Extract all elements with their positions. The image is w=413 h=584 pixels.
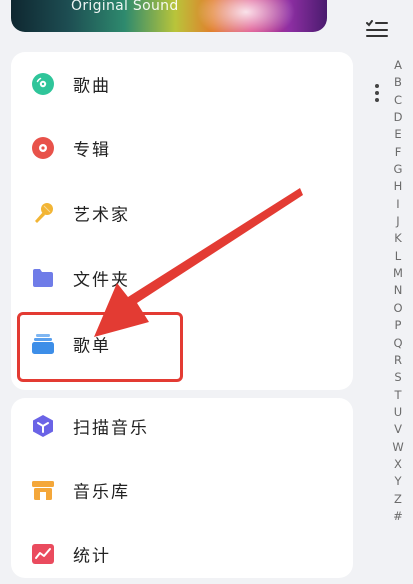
now-playing-banner[interactable]: Original Sound [11,0,327,32]
alphabet-letter[interactable]: V [394,421,402,438]
alphabet-letter[interactable]: G [394,161,403,178]
song-disc-icon [32,73,54,95]
alphabet-letter[interactable]: A [394,57,402,74]
alphabet-letter[interactable]: L [395,248,401,265]
alphabet-letter[interactable]: Y [394,473,401,490]
alphabet-letter[interactable]: M [393,265,403,282]
alphabet-letter[interactable]: U [394,404,402,421]
alphabet-letter[interactable]: X [394,456,402,473]
menu-item-albums[interactable]: 专辑 [11,118,353,178]
folder-icon [33,269,53,287]
menu-item-label: 歌曲 [73,76,111,97]
album-disc-icon [32,137,54,159]
alphabet-letter[interactable]: O [393,300,402,317]
menu-item-music-library[interactable]: 音乐库 [11,460,353,520]
menu-item-label: 统计 [73,546,111,567]
more-options-icon[interactable] [374,83,380,103]
menu-item-scan-music[interactable]: 扫描音乐 [11,396,353,456]
microphone-icon [35,203,53,223]
alphabet-letter[interactable]: H [394,178,403,195]
menu-item-label: 艺术家 [73,205,130,226]
alphabet-letter[interactable]: S [394,369,401,386]
alphabet-letter[interactable]: D [394,109,403,126]
menu-item-label: 专辑 [73,140,111,161]
alphabet-letter[interactable]: N [394,282,403,299]
menu-item-statistics[interactable]: 统计 [11,524,353,584]
alphabet-letter[interactable]: Q [393,335,402,352]
music-library-icon [32,481,54,500]
menu-item-songs[interactable]: 歌曲 [11,54,353,114]
alphabet-letter[interactable]: B [394,74,402,91]
banner-title: Original Sound [71,0,179,14]
alphabet-letter[interactable]: J [396,213,399,230]
menu-item-label: 音乐库 [73,482,130,503]
alphabet-letter[interactable]: F [395,144,402,161]
annotation-highlight-box [17,312,183,382]
alphabet-letter[interactable]: E [394,126,401,143]
alphabet-letter[interactable]: P [395,317,402,334]
list-view-icon[interactable] [366,20,388,38]
menu-item-artists[interactable]: 艺术家 [11,183,353,243]
menu-item-label: 扫描音乐 [73,418,149,439]
scan-cube-icon [33,415,53,437]
menu-item-label: 文件夹 [73,270,130,291]
stats-chart-icon [32,544,54,564]
alphabet-letter[interactable]: W [392,439,403,456]
menu-item-folders[interactable]: 文件夹 [11,248,353,308]
alphabet-letter[interactable]: T [394,387,401,404]
alphabet-index[interactable]: A B C D E F G H I J K L M N O P Q R S T … [388,57,408,525]
alphabet-letter[interactable]: C [394,92,402,109]
alphabet-letter[interactable]: I [396,196,399,213]
alphabet-letter[interactable]: # [393,508,403,525]
alphabet-letter[interactable]: R [394,352,402,369]
alphabet-letter[interactable]: Z [394,491,402,508]
tools-menu-card: 扫描音乐 音乐库 统计 [11,398,353,578]
alphabet-letter[interactable]: K [394,230,402,247]
